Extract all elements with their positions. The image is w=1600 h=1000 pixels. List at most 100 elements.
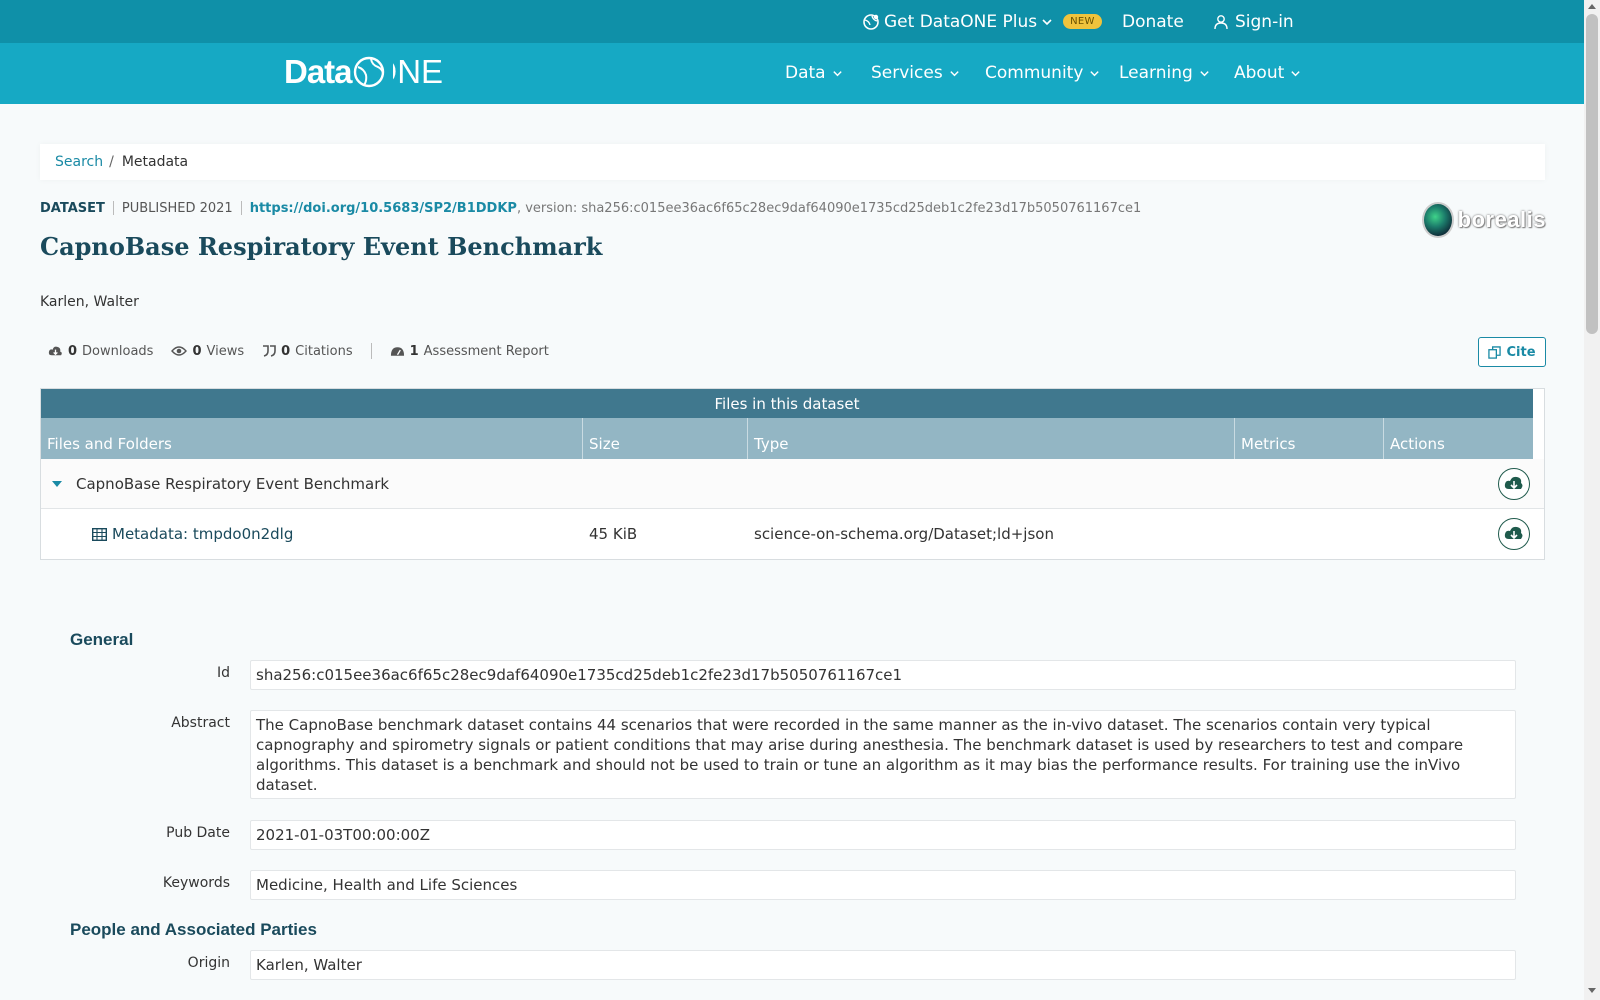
column-actions: Actions	[1390, 435, 1445, 453]
assessment-count: 1	[409, 343, 419, 359]
breadcrumb: Search / Metadata	[40, 144, 1545, 180]
folder-name[interactable]: CapnoBase Respiratory Event Benchmark	[76, 475, 389, 493]
download-folder-button[interactable]	[1498, 467, 1530, 500]
nav-services[interactable]: Services	[871, 61, 960, 85]
dataone-logo[interactable]: Data ONE	[284, 53, 443, 90]
breadcrumb-separator: /	[109, 154, 114, 170]
quote-icon	[263, 345, 276, 357]
downloads-count: 0	[68, 343, 78, 359]
field-label-keywords: Keywords	[162, 875, 230, 891]
column-metrics: Metrics	[1235, 418, 1384, 459]
published-year: PUBLISHED 2021	[121, 200, 233, 216]
views-count: 0	[192, 343, 202, 359]
assessment-report-metric[interactable]: 1 Assessment Report	[390, 344, 549, 359]
column-type[interactable]: Type	[748, 418, 1235, 459]
breadcrumb-current: Metadata	[121, 154, 189, 170]
divider	[370, 343, 372, 359]
field-value-origin: Karlen, Walter	[250, 950, 1516, 980]
globe-icon	[863, 13, 879, 30]
column-files-and-folders[interactable]: Files and Folders	[41, 418, 583, 459]
file-type: science-on-schema.org/Dataset;ld+json	[754, 525, 1054, 543]
doi-link[interactable]: https://doi.org/10.5683/SP2/B1DDKP	[250, 201, 517, 216]
field-label-abstract: Abstract	[171, 715, 230, 731]
get-dataone-plus-label: Get DataONE Plus	[884, 11, 1038, 32]
views-metric[interactable]: 0 Views	[171, 344, 244, 359]
table-row[interactable]: Metadata: tmpdo0n2dlg 45 KiB science-on-…	[41, 509, 1544, 559]
files-table: Files in this dataset Files and Folders …	[40, 388, 1545, 560]
field-label-origin: Origin	[187, 955, 230, 971]
column-size[interactable]: Size	[583, 418, 748, 459]
top-utility-bar: Get DataONE Plus NEW Donate Sign-in	[0, 0, 1584, 43]
divider	[240, 201, 242, 215]
chevron-down-icon	[1090, 70, 1100, 76]
version-text: , version: sha256:c015ee36ac6f65c28ec9da…	[516, 200, 1142, 216]
field-label-id: Id	[216, 665, 230, 681]
assessment-label: Assessment Report	[423, 343, 549, 359]
dataset-meta-line: DATASET PUBLISHED 2021 https://doi.org/1…	[40, 199, 1141, 217]
downloads-metric[interactable]: 0 Downloads	[48, 344, 153, 359]
section-title-people: People and Associated Parties	[70, 920, 317, 939]
dataset-metrics: 0 Downloads 0 Views 0 Citations 1 Assess…	[48, 342, 567, 360]
borealis-repository-logo[interactable]: borealis	[1422, 200, 1546, 240]
files-table-header: Files in this dataset	[41, 389, 1533, 418]
citations-label: Citations	[295, 343, 353, 359]
citations-count: 0	[281, 343, 291, 359]
chevron-down-icon	[950, 70, 959, 76]
field-value-keywords: Medicine, Health and Life Sciences	[250, 870, 1516, 900]
chevron-down-icon	[1042, 18, 1052, 25]
citations-metric[interactable]: 0 Citations	[262, 343, 353, 359]
globe-logo-icon	[353, 56, 384, 88]
downloads-label: Downloads	[82, 343, 154, 359]
cloud-download-icon	[1504, 476, 1523, 489]
breadcrumb-search-link[interactable]: Search	[55, 154, 103, 170]
sign-in-link[interactable]: Sign-in	[1213, 0, 1294, 43]
field-value-abstract: The CapnoBase benchmark dataset contains…	[250, 710, 1516, 799]
cite-label: Cite	[1506, 344, 1536, 360]
field-value-id: sha256:c015ee36ac6f65c28ec9daf64090e1735…	[250, 660, 1516, 690]
sign-in-label: Sign-in	[1235, 11, 1294, 32]
scroll-up-arrow-icon[interactable]	[1588, 4, 1596, 9]
cloud-download-icon	[48, 346, 62, 355]
scroll-down-arrow-icon[interactable]	[1588, 988, 1596, 993]
nav-data[interactable]: Data	[785, 61, 843, 85]
field-value-pub-date: 2021-01-03T00:00:00Z	[250, 820, 1516, 850]
nav-community[interactable]: Community	[985, 61, 1100, 85]
nav-learning[interactable]: Learning	[1119, 61, 1210, 85]
nav-services-label: Services	[871, 63, 943, 83]
chevron-down-icon	[1200, 70, 1209, 76]
eye-icon	[171, 346, 188, 356]
field-label-pub-date: Pub Date	[166, 825, 230, 841]
files-table-columns: Files and Folders Size Type Metrics Acti…	[41, 418, 1533, 459]
copy-icon	[1488, 345, 1502, 359]
scrollbar-thumb[interactable]	[1586, 14, 1598, 334]
chevron-down-icon	[832, 70, 842, 76]
gauge-icon	[390, 347, 404, 356]
borealis-emblem-icon	[1422, 202, 1454, 238]
section-title-general: General	[70, 630, 134, 649]
user-icon	[1214, 14, 1228, 29]
table-row-folder[interactable]: CapnoBase Respiratory Event Benchmark	[41, 459, 1544, 509]
cite-button[interactable]: Cite	[1478, 337, 1546, 367]
divider	[112, 201, 114, 215]
donate-link[interactable]: Donate	[1122, 0, 1184, 43]
cloud-download-icon	[1504, 526, 1523, 540]
page-scrollbar[interactable]	[1584, 0, 1600, 1000]
dataset-author[interactable]: Karlen, Walter	[40, 294, 139, 310]
file-name-link[interactable]: Metadata: tmpdo0n2dlg	[112, 525, 293, 543]
file-size: 45 KiB	[589, 525, 638, 543]
table-icon	[92, 527, 107, 541]
dataset-type-label: DATASET	[40, 200, 105, 216]
download-file-button[interactable]	[1498, 518, 1530, 550]
logo-text-data: Data	[284, 53, 353, 90]
nav-data-label: Data	[785, 63, 826, 83]
get-dataone-plus-menu[interactable]: Get DataONE Plus NEW	[862, 0, 1102, 43]
nav-learning-label: Learning	[1119, 63, 1193, 83]
collapse-triangle-icon[interactable]	[52, 480, 62, 487]
nav-about[interactable]: About	[1234, 61, 1301, 85]
new-badge: NEW	[1063, 14, 1102, 29]
dataset-title: CapnoBase Respiratory Event Benchmark	[40, 232, 603, 261]
nav-community-label: Community	[985, 63, 1084, 83]
chevron-down-icon	[1291, 70, 1300, 76]
nav-about-label: About	[1234, 63, 1285, 83]
borealis-logo-text: borealis	[1457, 207, 1546, 232]
